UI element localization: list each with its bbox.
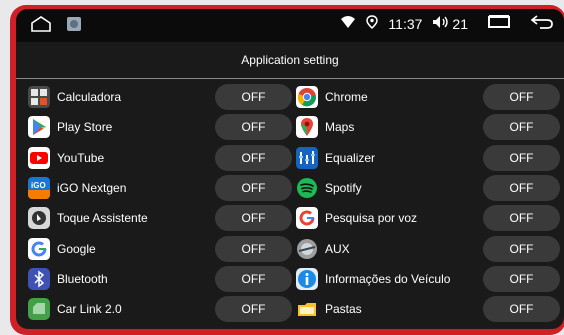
app-label: Pastas — [325, 302, 362, 317]
google-icon — [28, 237, 50, 260]
app-label: Toque Assistente — [57, 211, 148, 226]
app-toggle-button[interactable]: OFF — [483, 235, 560, 262]
bluetooth-icon — [28, 267, 50, 290]
app-toggle-button[interactable]: OFF — [483, 174, 560, 201]
app-toggle-button[interactable]: OFF — [483, 265, 560, 292]
igo-icon: iGO — [28, 176, 50, 199]
app-row: Calculadora OFF — [16, 84, 292, 110]
app-toggle-button[interactable]: OFF — [215, 205, 292, 232]
app-row: AUX OFF — [284, 235, 560, 262]
recent-apps-icon[interactable] — [488, 14, 512, 33]
app-toggle-button[interactable]: OFF — [215, 235, 292, 262]
app-label: Maps — [325, 120, 355, 135]
vehicle-info-icon — [296, 267, 318, 290]
back-icon[interactable] — [530, 14, 554, 33]
app-toggle-button[interactable]: OFF — [483, 296, 560, 323]
equalizer-icon — [296, 146, 318, 169]
app-label: Car Link 2.0 — [57, 302, 122, 317]
spotify-icon — [296, 177, 318, 199]
calculator-icon — [28, 86, 50, 108]
app-label: AUX — [325, 241, 350, 256]
touch-assistant-icon — [28, 207, 50, 230]
app-row: Informações do Veículo OFF — [284, 265, 560, 292]
page-title: Application setting — [16, 42, 564, 79]
youtube-icon — [28, 146, 50, 169]
app-toggle-button[interactable]: OFF — [215, 265, 292, 292]
app-row: Pesquisa por voz OFF — [284, 205, 560, 232]
app-row: Spotify OFF — [284, 174, 560, 201]
app-toggle-button[interactable]: OFF — [483, 205, 560, 232]
app-row: Bluetooth OFF — [16, 265, 292, 292]
status-bar: 11:37 21 — [16, 9, 564, 42]
app-row: Equalizer OFF — [284, 144, 560, 171]
app-toggle-button[interactable]: OFF — [215, 144, 292, 171]
app-row: Car Link 2.0 OFF — [16, 296, 292, 323]
app-row: Pastas OFF — [284, 296, 560, 323]
volume-level: 21 — [452, 15, 468, 32]
location-icon — [366, 15, 379, 32]
screen: 11:37 21 Application setting Calculadora… — [16, 9, 564, 329]
folders-icon — [296, 298, 318, 320]
wifi-icon — [340, 15, 356, 32]
car-link-icon — [28, 298, 50, 321]
app-row: Google OFF — [16, 235, 292, 262]
app-toggle-button[interactable]: OFF — [215, 114, 292, 141]
voice-search-icon — [296, 207, 318, 230]
clock-text: 11:37 — [388, 15, 423, 32]
chrome-icon — [296, 86, 318, 108]
app-label: Spotify — [325, 180, 362, 195]
maps-icon — [296, 116, 318, 139]
gallery-icon[interactable] — [66, 16, 82, 37]
play-store-icon — [28, 116, 50, 139]
aux-icon — [296, 238, 318, 260]
app-label: Informações do Veículo — [325, 271, 451, 286]
app-label: Play Store — [57, 120, 113, 135]
app-label: Equalizer — [325, 150, 376, 165]
app-label: Google — [57, 241, 96, 256]
app-row: YouTube OFF — [16, 144, 292, 171]
app-label: Calculadora — [57, 90, 122, 104]
app-toggle-button[interactable]: OFF — [215, 174, 292, 201]
home-icon[interactable] — [30, 15, 52, 38]
app-label: iGO Nextgen — [57, 180, 127, 195]
app-row: Maps OFF — [284, 114, 560, 141]
app-toggle-button[interactable]: OFF — [215, 296, 292, 323]
app-label: Bluetooth — [57, 271, 108, 286]
app-toggle-button[interactable]: OFF — [483, 84, 560, 110]
app-toggle-button[interactable]: OFF — [215, 84, 292, 110]
app-row: Toque Assistente OFF — [16, 205, 292, 232]
app-label: Chrome — [325, 90, 368, 104]
volume-icon[interactable] — [432, 15, 450, 32]
app-label: YouTube — [57, 150, 105, 165]
app-toggle-button[interactable]: OFF — [483, 144, 560, 171]
app-label: Pesquisa por voz — [325, 211, 418, 226]
app-toggle-button[interactable]: OFF — [483, 114, 560, 141]
app-row: Play Store OFF — [16, 114, 292, 141]
svg-text:iGO: iGO — [31, 181, 46, 190]
app-row: iGO iGO Nextgen OFF — [16, 174, 292, 201]
app-row: Chrome OFF — [284, 84, 560, 110]
